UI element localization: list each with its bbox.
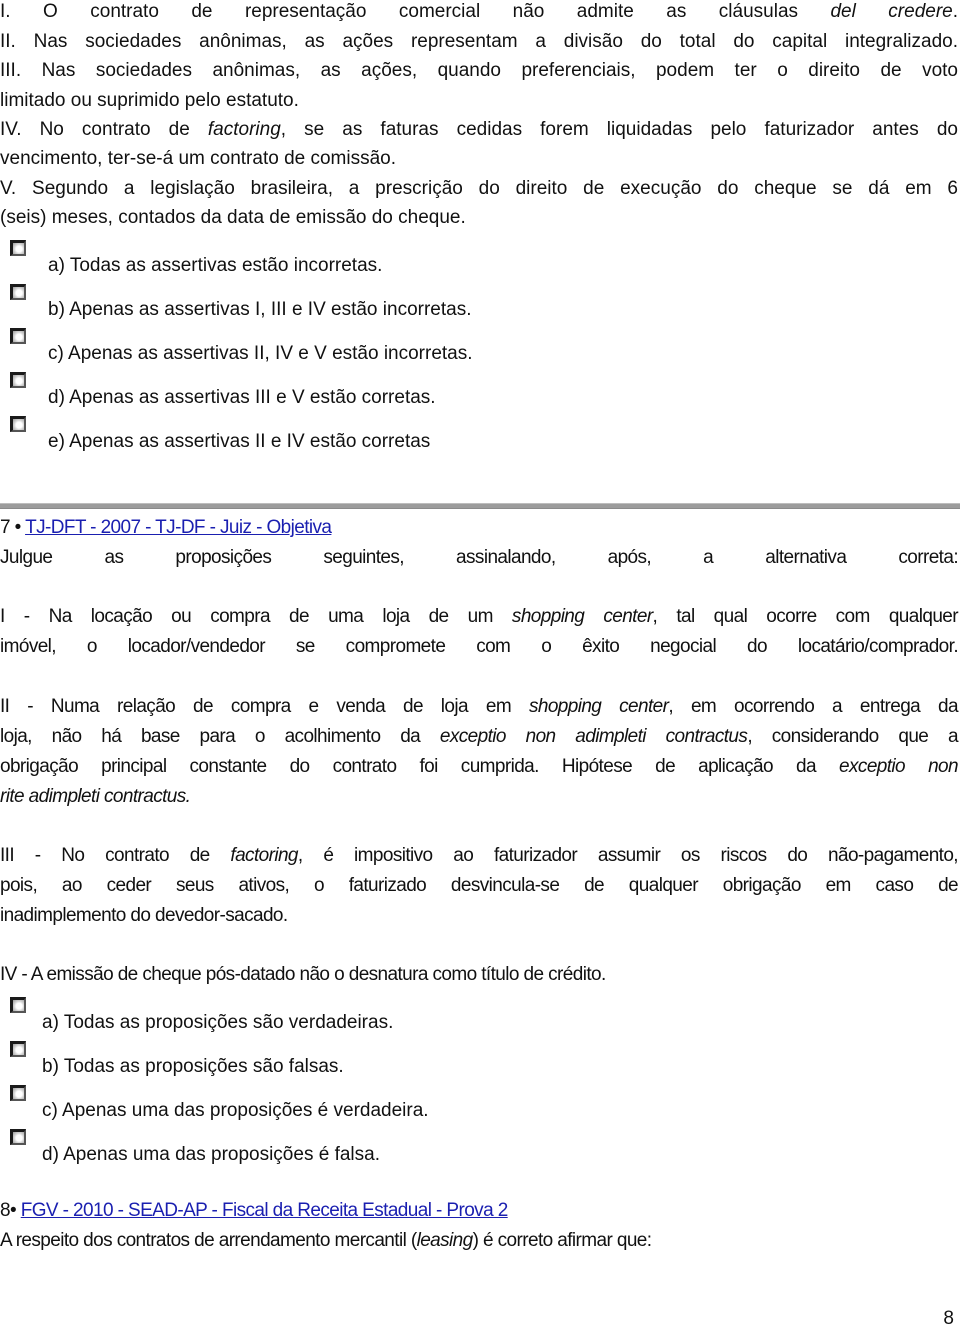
option-label: c) Apenas uma das proposições é verdadei… — [42, 1100, 429, 1121]
statement-i: I. O contrato de representação comercial… — [0, 0, 958, 26]
statement-text: I. O contrato de representação comercial… — [0, 1, 831, 22]
page-number: 8 — [943, 1308, 954, 1329]
option-label: c) Apenas as assertivas II, IV e V estão… — [48, 343, 473, 364]
q7-source-link[interactable]: TJ-DFT - 2007 - TJ-DF - Juiz - Objetiva — [25, 517, 332, 538]
emphasis-text: del credere — [830, 1, 953, 22]
statement-text: . — [952, 1, 959, 22]
radio-icon[interactable] — [10, 1085, 26, 1101]
statement-iv-line2: vencimento, ter-se-á um contrato de comi… — [0, 148, 397, 169]
radio-icon[interactable] — [10, 372, 26, 388]
proposition-text: loja, não há base para o acolhimento da — [0, 726, 440, 747]
bullet-icon: • — [14, 517, 22, 538]
option-label: b) Apenas as assertivas I, III e IV estã… — [48, 299, 472, 320]
question-separator — [0, 503, 960, 509]
proposition-text: , tal qual ocorre com qualquer — [652, 606, 959, 627]
emphasis-text: shopping center — [511, 606, 653, 627]
emphasis-text: rite adimpleti contractus. — [0, 786, 191, 807]
radio-icon[interactable] — [10, 997, 26, 1013]
emphasis-text: shopping center — [528, 696, 669, 717]
option-label: b) Todas as proposições são falsas. — [42, 1056, 344, 1077]
q7-proposition-iv: IV - A emissão de cheque pós-datado não … — [0, 964, 606, 985]
q6-option-d[interactable]: d) Apenas as assertivas III e V estão co… — [0, 372, 700, 412]
q6-option-e[interactable]: e) Apenas as assertivas II e IV estão co… — [0, 416, 700, 456]
q7-option-d[interactable]: d) Apenas uma das proposições é falsa. — [0, 1129, 700, 1169]
option-label: a) Todas as assertivas estão incorretas. — [48, 255, 383, 276]
q8-source-link[interactable]: FGV - 2010 - SEAD-AP - Fiscal da Receita… — [21, 1200, 509, 1221]
q7-proposition-ii-line3: obrigação principal constante do contrat… — [0, 755, 959, 781]
q7-proposition-i-line1: I - Na locação ou compra de uma loja de … — [0, 605, 959, 631]
q7-proposition-i-line2: imóvel, o locador/vendedor se compromete… — [0, 636, 959, 657]
q7-proposition-ii-line2: loja, não há base para o acolhimento da … — [0, 725, 959, 751]
question-number: 7 — [0, 517, 11, 538]
q7-option-c[interactable]: c) Apenas uma das proposições é verdadei… — [0, 1085, 700, 1125]
radio-icon[interactable] — [10, 328, 26, 344]
statement-iii-line1: III. Nas sociedades anônimas, as ações, … — [0, 60, 958, 81]
statement-v-line2: (seis) meses, contados da data de emissã… — [0, 207, 466, 228]
q8-prompt: A respeito dos contratos de arrendamento… — [0, 1229, 958, 1255]
q7-proposition-ii-line1: II - Numa relação de compra e venda de l… — [0, 695, 959, 721]
emphasis-text: exceptio non adimpleti contractus — [439, 726, 748, 747]
statement-v-line1: V. Segundo a legislação brasileira, a pr… — [0, 178, 958, 199]
emphasis-text: leasing — [416, 1230, 474, 1251]
proposition-text: , considerando que a — [747, 726, 958, 747]
q6-option-a[interactable]: a) Todas as assertivas estão incorretas. — [0, 240, 700, 280]
statement-iii-line2: limitado ou suprimido pelo estatuto. — [0, 90, 299, 111]
proposition-text: obrigação principal constante do contrat… — [0, 756, 840, 777]
option-label: a) Todas as proposições são verdadeiras. — [42, 1012, 394, 1033]
q7-option-a[interactable]: a) Todas as proposições são verdadeiras. — [0, 997, 700, 1037]
radio-icon[interactable] — [10, 1041, 26, 1057]
option-label: d) Apenas as assertivas III e V estão co… — [48, 387, 436, 408]
proposition-text: II - Numa relação de compra e venda de l… — [0, 696, 529, 717]
radio-icon[interactable] — [10, 1129, 26, 1145]
emphasis-text: exceptio non — [839, 756, 959, 777]
proposition-text: I - Na locação ou compra de uma loja de … — [0, 606, 512, 627]
q6-option-c[interactable]: c) Apenas as assertivas II, IV e V estão… — [0, 328, 700, 368]
question-number: 8 — [0, 1200, 11, 1221]
statement-iv-line1: IV. No contrato de factoring, se as fatu… — [0, 118, 958, 144]
q7-proposition-iii-line3: inadimplemento do devedor-sacado. — [0, 905, 288, 926]
q7-header: 7 • TJ-DFT - 2007 - TJ-DF - Juiz - Objet… — [0, 516, 958, 542]
q6-option-b[interactable]: b) Apenas as assertivas I, III e IV estã… — [0, 284, 700, 324]
q7-proposition-ii-line4: rite adimpleti contractus. — [0, 785, 958, 811]
emphasis-text: factoring — [207, 119, 281, 140]
q7-proposition-iii-line2: pois, ao ceder seus ativos, o faturizado… — [0, 875, 959, 896]
bullet-icon: • — [9, 1200, 17, 1221]
emphasis-text: factoring — [230, 845, 298, 866]
q7-option-b[interactable]: b) Todas as proposições são falsas. — [0, 1041, 700, 1081]
statement-ii: II. Nas sociedades anônimas, as ações re… — [0, 31, 958, 52]
statement-text: IV. No contrato de — [0, 119, 208, 140]
prompt-text: ) é correto afirmar que: — [472, 1230, 652, 1251]
proposition-text: , é impositivo ao faturizador assumir os… — [297, 845, 959, 866]
q8-header: 8• FGV - 2010 - SEAD-AP - Fiscal da Rece… — [0, 1199, 958, 1225]
q7-proposition-iii-line1: III - No contrato de factoring, é imposi… — [0, 844, 959, 870]
statement-text: , se as faturas cedidas forem liquidadas… — [280, 119, 958, 140]
option-label: e) Apenas as assertivas II e IV estão co… — [48, 431, 431, 452]
option-label: d) Apenas uma das proposições é falsa. — [42, 1144, 380, 1165]
proposition-text: , em ocorrendo a entrega da — [668, 696, 958, 717]
radio-icon[interactable] — [10, 284, 26, 300]
radio-icon[interactable] — [10, 416, 26, 432]
radio-icon[interactable] — [10, 240, 26, 256]
prompt-text: A respeito dos contratos de arrendamento… — [0, 1230, 417, 1251]
proposition-text: III - No contrato de — [0, 845, 231, 866]
q7-prompt: Julgue as proposições seguintes, assinal… — [0, 547, 959, 568]
